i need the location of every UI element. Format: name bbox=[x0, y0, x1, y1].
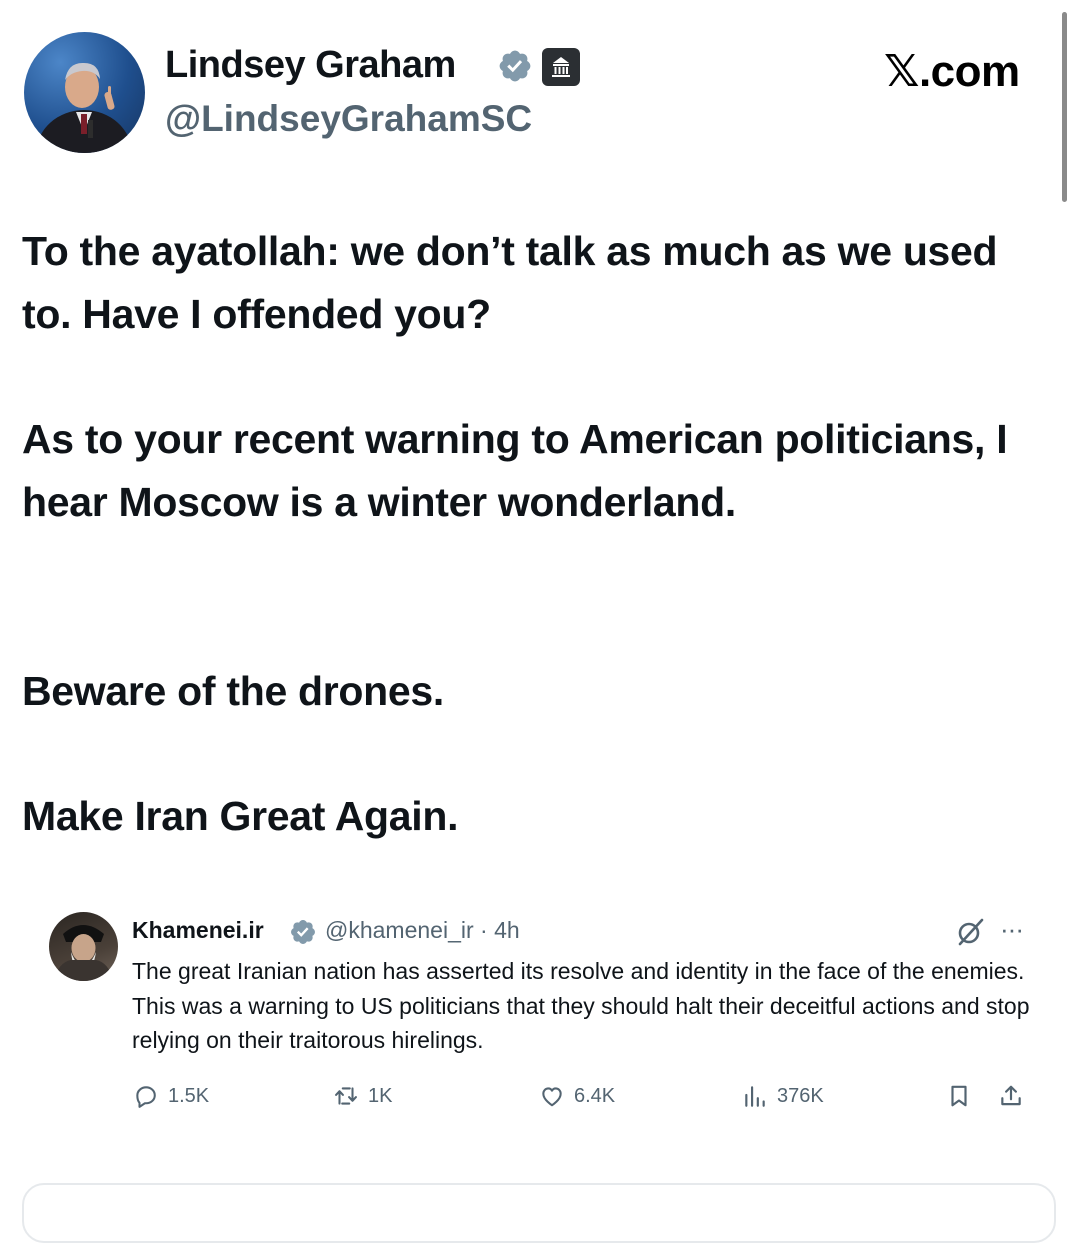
views-count: 376K bbox=[777, 1084, 824, 1107]
more-options-icon[interactable]: ··· bbox=[1000, 914, 1024, 945]
reply-button[interactable]: 1.5K bbox=[133, 1080, 209, 1112]
quoted-tweet-text: The great Iranian nation has asserted it… bbox=[132, 958, 1030, 1053]
quoted-avatar-image bbox=[53, 925, 114, 981]
author-avatar-image bbox=[36, 62, 132, 153]
next-tweet-card[interactable] bbox=[22, 1183, 1056, 1243]
quoted-author-avatar[interactable] bbox=[49, 912, 118, 981]
like-button[interactable]: 6.4K bbox=[539, 1080, 615, 1112]
views-button[interactable]: 376K bbox=[742, 1080, 824, 1112]
author-name[interactable]: Lindsey Graham bbox=[165, 44, 456, 87]
tweet-paragraph: As to your recent warning to American po… bbox=[22, 416, 1008, 525]
site-label: 𝕏.com bbox=[884, 47, 1020, 96]
verified-badge-icon bbox=[499, 50, 531, 82]
repost-icon bbox=[335, 1087, 357, 1105]
repost-button[interactable]: 1K bbox=[333, 1080, 392, 1112]
tweet-paragraph: To the ayatollah: we don’t talk as much … bbox=[22, 228, 998, 337]
like-count: 6.4K bbox=[574, 1084, 616, 1107]
quoted-author-name[interactable]: Khamenei.ir bbox=[132, 917, 264, 944]
author-handle[interactable]: @LindseyGrahamSC bbox=[165, 98, 532, 140]
repost-count: 1K bbox=[368, 1084, 393, 1107]
bookmark-icon bbox=[951, 1085, 967, 1107]
scrollbar[interactable] bbox=[1062, 12, 1067, 202]
views-chart-icon bbox=[745, 1086, 765, 1107]
share-icon bbox=[1001, 1085, 1021, 1106]
tweet-paragraph: Beware of the drones. bbox=[22, 668, 445, 714]
author-avatar[interactable] bbox=[24, 32, 145, 153]
share-button[interactable] bbox=[998, 1080, 1024, 1112]
quoted-handle-time[interactable]: @khamenei_ir · 4h bbox=[325, 917, 520, 944]
bookmark-button[interactable] bbox=[946, 1080, 972, 1112]
grok-icon[interactable] bbox=[954, 916, 986, 948]
reply-count: 1.5K bbox=[168, 1084, 210, 1107]
tweet-paragraph: Make Iran Great Again. bbox=[22, 793, 459, 839]
government-building-icon bbox=[542, 48, 580, 86]
reply-icon bbox=[136, 1086, 156, 1108]
verified-badge-icon bbox=[291, 920, 315, 944]
heart-icon bbox=[542, 1087, 562, 1107]
